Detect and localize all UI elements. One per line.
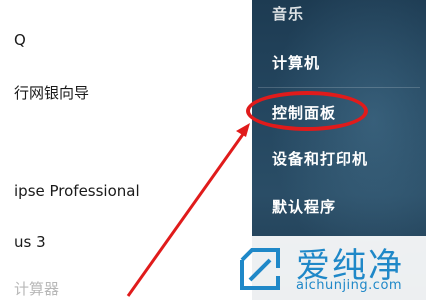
watermark-logo: 爱纯净 aichunjing.com <box>230 236 426 300</box>
logo-mark-icon <box>240 248 280 290</box>
watermark-url: aichunjing.com <box>296 278 403 293</box>
